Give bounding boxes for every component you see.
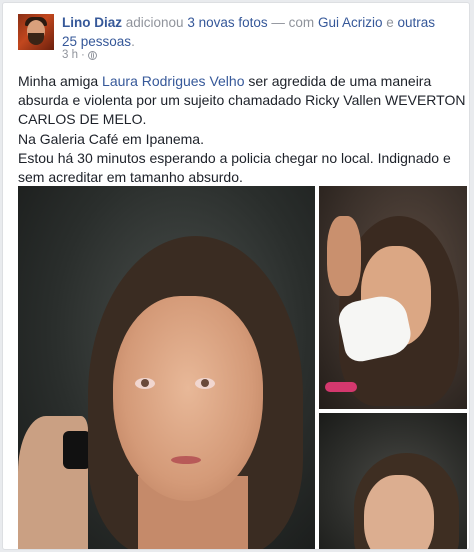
tagged-person-link[interactable]: Gui Acrizio (318, 15, 383, 30)
author-avatar[interactable] (18, 14, 54, 50)
post-paragraph-3: Estou há 30 minutos esperando a policia … (18, 149, 451, 186)
others-link-line1: outras (397, 15, 436, 30)
avatar-beard (28, 33, 44, 45)
author-name[interactable]: Lino Diaz (62, 15, 122, 30)
photo-3[interactable] (319, 413, 467, 549)
photo-eye-right (195, 378, 215, 389)
photos-link[interactable]: 3 novas fotos (187, 15, 267, 30)
post-paragraph-2: Na Galeria Café em Ipanema. (18, 130, 204, 147)
facebook-post: Lino Diaz adicionou 3 novas fotos — com … (2, 2, 470, 550)
photo-bracelet (325, 382, 357, 392)
and-word: e (386, 15, 394, 30)
photo-wristband (63, 431, 91, 469)
post-meta: 3 h · (62, 49, 97, 61)
photo-2[interactable] (319, 186, 467, 409)
header-period: . (131, 34, 135, 49)
meta-separator: · (81, 49, 85, 61)
photo-eye-left (135, 378, 155, 389)
timestamp-link[interactable]: 3 h (62, 49, 78, 61)
with-prefix: — com (271, 15, 315, 30)
photo-face (113, 296, 263, 501)
post-header: Lino Diaz adicionou 3 novas fotos — com … (62, 13, 462, 51)
photo-face (364, 475, 434, 549)
globe-icon[interactable] (87, 50, 97, 60)
photo-1[interactable] (18, 186, 315, 549)
post-paragraph-1: Minha amiga Laura Rodrigues Velho ser ag… (18, 72, 466, 130)
action-prefix: adicionou (125, 15, 184, 30)
text-line1-prefix: Minha amiga (18, 73, 103, 89)
post-text: Minha amiga Laura Rodrigues Velho ser ag… (18, 72, 466, 187)
photo-mouth (171, 456, 201, 464)
photo-hand (327, 216, 361, 296)
mention-link[interactable]: Laura Rodrigues Velho (102, 73, 244, 89)
photo-grid (3, 186, 469, 549)
others-link-line2: 25 pessoas (62, 34, 132, 49)
